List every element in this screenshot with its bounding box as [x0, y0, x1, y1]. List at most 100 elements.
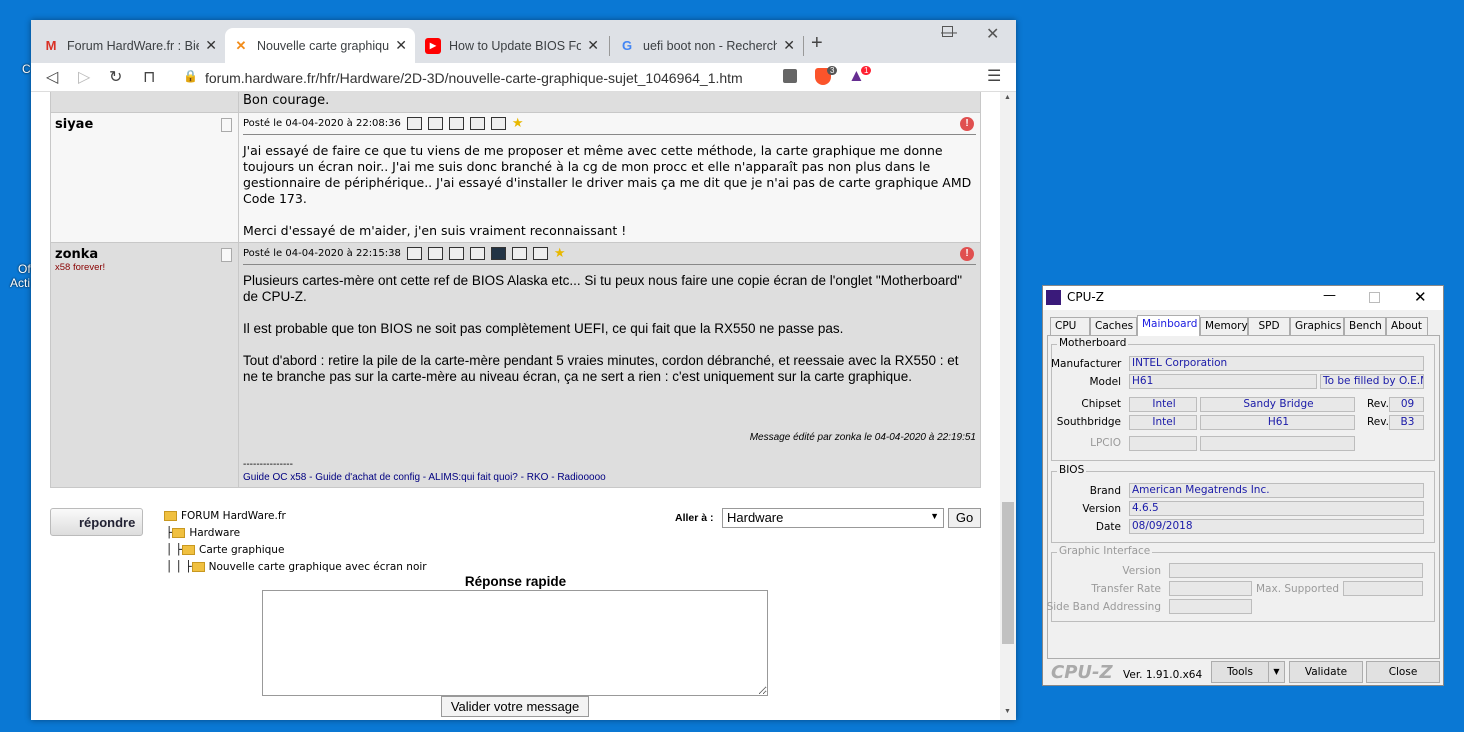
page-content: Bon courage. siyae Posté le 04-04-2020 à… [31, 92, 1000, 720]
profile-icon[interactable] [406, 117, 422, 130]
validate-button[interactable]: Validate [1289, 661, 1363, 683]
minimize-button[interactable]: — [1323, 288, 1336, 303]
desktop-icon-label[interactable]: Of [18, 262, 31, 276]
post-header: Posté le 04-04-2020 à 22:08:36 ★ [243, 113, 976, 135]
alert-icon[interactable]: ! [960, 247, 974, 261]
label: Transfer Rate [1091, 583, 1161, 595]
computer-icon[interactable] [490, 247, 506, 260]
label: Max. Supported [1255, 583, 1339, 595]
breadcrumb-link[interactable]: Hardware [189, 527, 240, 539]
goto-value: Hardware [727, 510, 784, 525]
dropdown-arrow-icon[interactable]: ▼ [1268, 662, 1284, 682]
previous-post-tail: Bon courage. [50, 92, 981, 113]
go-button[interactable]: Go [948, 508, 981, 528]
profile-doc-icon[interactable] [221, 118, 232, 132]
signature-separator: --------------- [243, 459, 293, 470]
quick-reply-textarea[interactable] [262, 590, 768, 696]
tab-youtube[interactable]: ▶ How to Update BIOS For AMD ✕ [417, 28, 607, 63]
close-icon[interactable]: ✕ [395, 37, 407, 54]
tools-button[interactable]: Tools ▼ [1211, 661, 1285, 683]
author-subtitle: x58 forever! [55, 262, 106, 273]
signature-link[interactable]: RKO [527, 472, 549, 483]
goto-select[interactable]: Hardware ▼ [722, 508, 944, 528]
breadcrumb: FORUM HardWare.fr ├ Hardware │ ├ Carte gra… [164, 510, 427, 573]
tab-about[interactable]: About [1386, 317, 1428, 335]
tab-graphics[interactable]: Graphics [1290, 317, 1344, 335]
breadcrumb-link[interactable]: Nouvelle carte graphique avec écran noir [209, 561, 427, 573]
browser-window: M Forum HardWare.fr : Bienvenue ✕ ✕ Nouvell… [31, 20, 1016, 720]
profile-icon[interactable] [406, 247, 422, 260]
translate-icon[interactable] [783, 69, 797, 83]
delete-icon[interactable] [448, 117, 464, 130]
maximize-button[interactable] [942, 26, 953, 37]
post-header: Posté le 04-04-2020 à 22:15:38 ★ [243, 243, 976, 265]
desktop-icon-label[interactable]: Acti [10, 276, 30, 290]
mail-icon[interactable] [511, 247, 527, 260]
quote-icon[interactable] [469, 117, 485, 130]
chipset-name-field: Sandy Bridge [1200, 397, 1355, 412]
bios-date-field: 08/09/2018 [1129, 519, 1424, 534]
forward-icon[interactable]: ▷ [78, 67, 90, 87]
signature-link[interactable]: Radiooooo [557, 472, 605, 483]
tab-gmail[interactable]: M Forum HardWare.fr : Bienvenue ✕ [35, 28, 225, 63]
breadcrumb-link[interactable]: FORUM HardWare.fr [181, 510, 286, 522]
post-date: Posté le 04-04-2020 à 22:15:38 [243, 248, 401, 259]
star-icon[interactable]: ★ [512, 116, 524, 131]
close-button[interactable]: Close [1366, 661, 1440, 683]
quick-reply-title: Réponse rapide [464, 574, 567, 589]
edit-icon[interactable] [427, 117, 443, 130]
lock-icon: 🔒 [183, 69, 198, 83]
alert-icon[interactable]: ! [960, 117, 974, 131]
post-author[interactable]: siyae [55, 117, 234, 132]
breadcrumb-link[interactable]: Carte graphique [199, 544, 284, 556]
profile-doc-icon[interactable] [221, 248, 232, 262]
scrollbar-thumb[interactable] [1002, 502, 1014, 644]
reply-button[interactable]: répondre [50, 508, 143, 536]
bookmark-icon[interactable]: ⊓ [143, 67, 155, 87]
tab-caches[interactable]: Caches [1090, 317, 1137, 335]
maximize-button[interactable] [1369, 292, 1380, 303]
close-icon[interactable]: ✕ [205, 37, 217, 54]
tab-label: How to Update BIOS For AMD [449, 38, 582, 53]
label: Side Band Addressing [1046, 601, 1161, 613]
close-window-button[interactable]: ✕ [1414, 288, 1427, 306]
scroll-up-icon[interactable]: ▲ [1004, 94, 1011, 101]
config-icon[interactable] [427, 247, 443, 260]
post-author[interactable]: zonka [55, 247, 234, 262]
add-friend-icon[interactable] [532, 247, 548, 260]
signature-link[interactable]: Guide OC x58 [243, 472, 306, 483]
chipset-vendor-field: Intel [1129, 397, 1197, 412]
quote-icon[interactable] [448, 247, 464, 260]
multi-quote-icon[interactable] [469, 247, 485, 260]
hfr-icon: ✕ [235, 37, 247, 53]
reload-icon[interactable]: ↻ [109, 67, 122, 87]
new-tab-button[interactable]: + [811, 32, 823, 55]
star-icon[interactable]: ★ [554, 246, 566, 261]
submit-message-button[interactable]: Valider votre message [441, 696, 589, 717]
label: Version [1122, 565, 1161, 577]
close-icon[interactable]: ✕ [587, 37, 599, 54]
tab-cpu[interactable]: CPU [1050, 317, 1090, 335]
tab-bench[interactable]: Bench [1344, 317, 1386, 335]
scroll-down-icon[interactable]: ▼ [1004, 708, 1011, 715]
tab-hardware-forum[interactable]: ✕ Nouvelle carte graphique avec écran noi… [225, 28, 415, 63]
folder-icon [164, 511, 177, 521]
close-icon[interactable]: ✕ [783, 37, 795, 54]
tab-mainboard[interactable]: Mainboard [1137, 315, 1200, 336]
folder-icon [181, 545, 195, 555]
tab-memory[interactable]: Memory [1200, 317, 1248, 335]
tab-google[interactable]: Guefi boot non - Recherche Google ✕ [611, 28, 803, 63]
signature-link[interactable]: ALIMS:qui fait quoi? [428, 472, 518, 483]
tab-label: Nouvelle carte graphique avec écran noir [257, 38, 390, 53]
signature-link[interactable]: Guide d'achat de config [315, 472, 420, 483]
back-icon[interactable]: ◁ [46, 67, 58, 87]
scrollbar[interactable]: ▲ ▼ [1000, 92, 1016, 720]
multi-quote-icon[interactable] [490, 117, 506, 130]
post-zonka: zonka x58 forever! Posté le 04-04-2020 à … [50, 242, 981, 488]
address-bar[interactable]: 🔒 forum.hardware.fr/hfr/Hardware/2D-3D/no… [173, 64, 873, 91]
tab-spd[interactable]: SPD [1248, 317, 1290, 335]
desktop-icon-label[interactable]: C [22, 62, 31, 76]
menu-icon[interactable]: ☰ [987, 66, 1001, 86]
gi-version-field [1169, 563, 1423, 578]
close-window-button[interactable]: ✕ [986, 24, 999, 44]
